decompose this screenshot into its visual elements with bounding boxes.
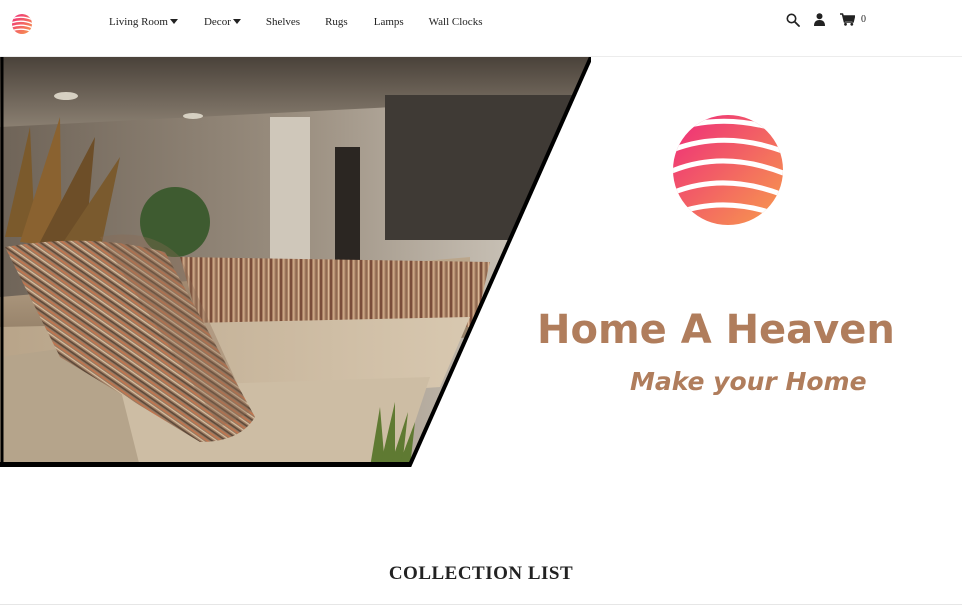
account-button[interactable] xyxy=(813,13,825,27)
brand-name: Home A Heaven xyxy=(537,307,895,353)
cart-button[interactable] xyxy=(839,13,855,27)
cart-count-badge: 0 xyxy=(861,14,866,25)
nav-decor-label: Decor xyxy=(203,16,231,28)
nav-wall-clocks[interactable]: Wall Clocks xyxy=(429,16,483,28)
home-a-heaven-logo-icon xyxy=(673,115,783,225)
globe-logo-icon xyxy=(12,14,32,34)
nav-shelves[interactable]: Shelves xyxy=(266,16,300,28)
chevron-down-icon xyxy=(232,19,241,24)
user-icon xyxy=(813,13,825,26)
nav-living-room[interactable]: Living Room xyxy=(109,16,178,28)
nav-rugs[interactable]: Rugs xyxy=(325,16,348,28)
search-button[interactable] xyxy=(785,12,800,27)
divider xyxy=(0,604,962,605)
chevron-down-icon xyxy=(169,19,178,24)
site-header: Living Room Decor Shelves Rugs Lamps Wal… xyxy=(0,0,962,57)
collection-list-heading: COLLECTION LIST xyxy=(388,563,574,584)
nav-lamps[interactable]: Lamps xyxy=(374,16,404,28)
search-icon xyxy=(786,13,800,27)
main-nav: Living Room Decor Shelves Rugs Lamps Wal… xyxy=(109,16,482,28)
cart-icon xyxy=(839,13,855,26)
nav-decor[interactable]: Decor xyxy=(204,16,241,28)
header-actions: 0 xyxy=(785,12,866,27)
site-logo[interactable] xyxy=(11,13,33,35)
hero-banner: Home A Heaven Make your Home xyxy=(0,57,962,467)
brand-tagline: Make your Home xyxy=(630,367,867,396)
nav-living-room-label: Living Room xyxy=(109,16,168,28)
living-room-sofa-image xyxy=(0,57,591,467)
